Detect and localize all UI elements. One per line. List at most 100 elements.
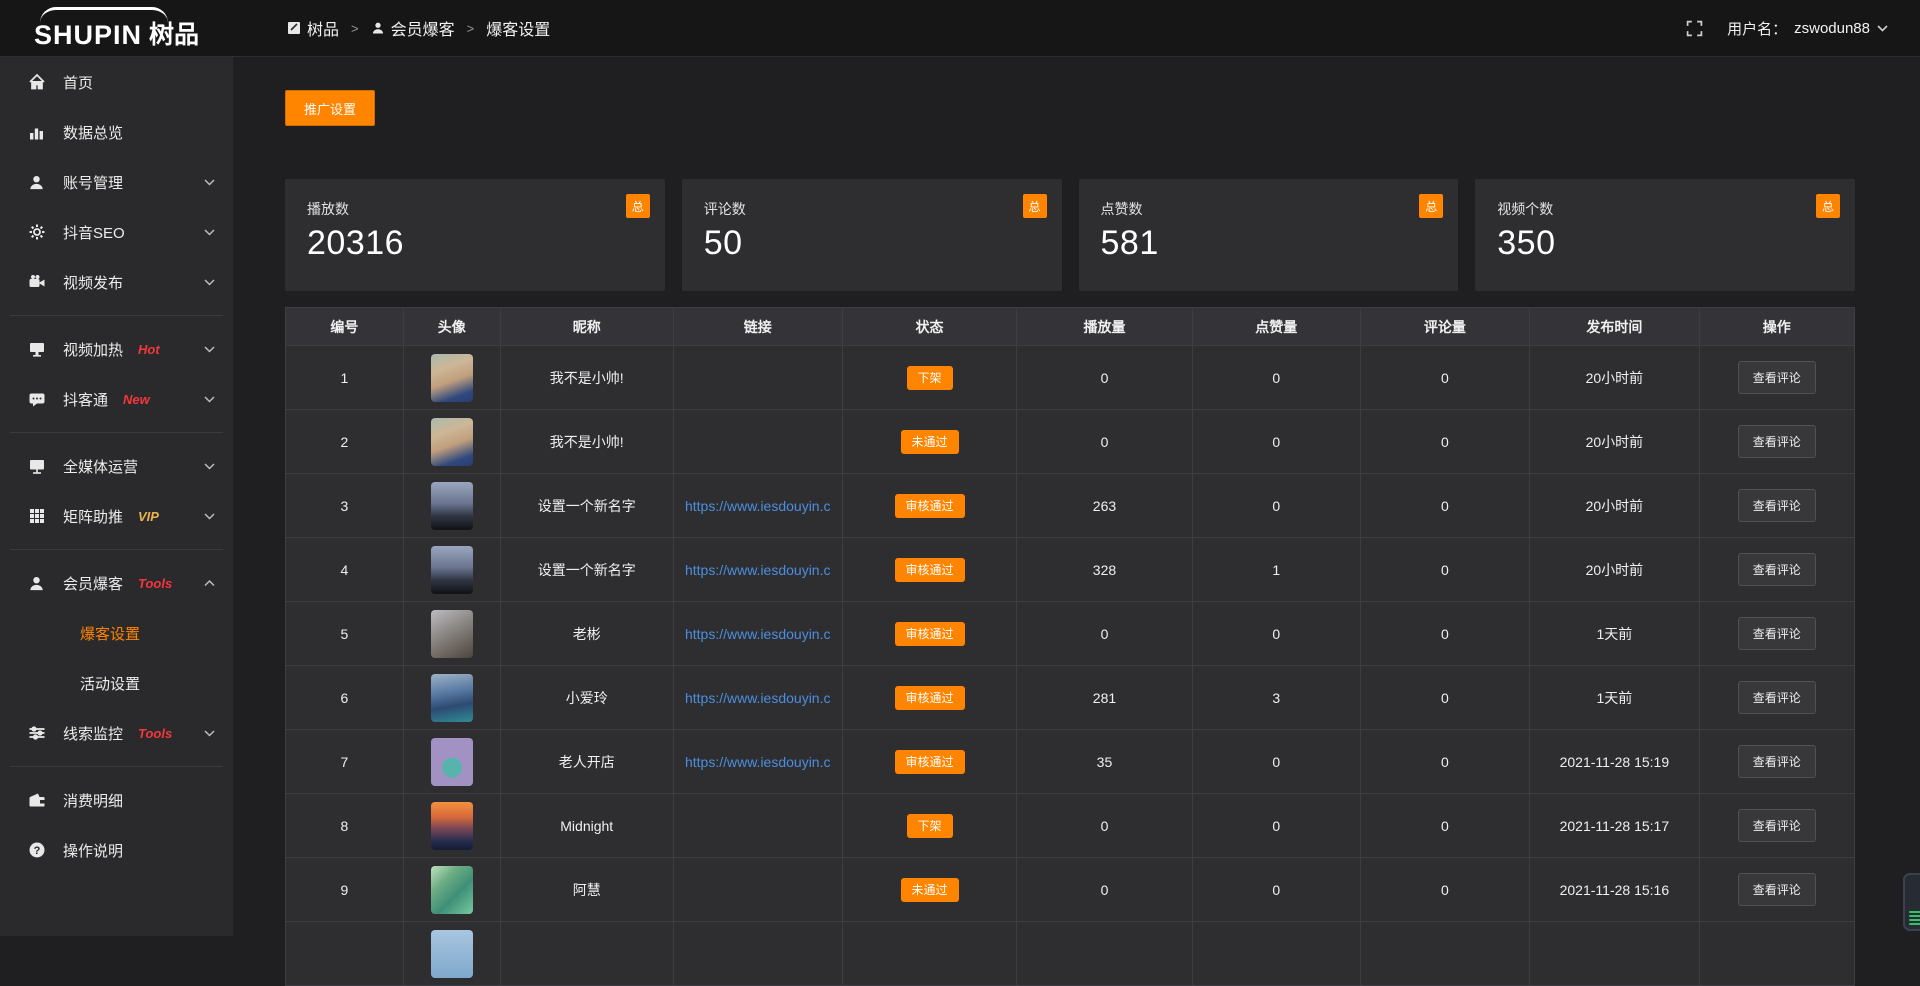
publish-time: 20小时前 xyxy=(1586,370,1644,386)
status-badge: 审核通过 xyxy=(895,622,965,646)
nickname: 我不是小帅! xyxy=(550,370,624,386)
play-count: 0 xyxy=(1101,370,1109,386)
stat-card-comments: 评论数 50 总 xyxy=(682,179,1062,291)
chevron-down-icon xyxy=(204,179,215,186)
publish-time: 1天前 xyxy=(1596,690,1632,706)
column-header: 头像 xyxy=(403,308,500,346)
video-link[interactable]: https://www.iesdouyin.c xyxy=(685,562,831,578)
view-comments-button[interactable]: 查看评论 xyxy=(1738,681,1816,714)
nickname: Midnight xyxy=(560,818,613,834)
video-link[interactable]: https://www.iesdouyin.c xyxy=(685,754,831,770)
sidebar-item-douyin-seo[interactable]: 抖音SEO xyxy=(0,207,233,257)
publish-time: 20小时前 xyxy=(1586,562,1644,578)
sidebar-item-member-baoke[interactable]: 会员爆客 Tools xyxy=(0,558,233,608)
sidebar-divider xyxy=(10,549,223,550)
view-comments-button[interactable]: 查看评论 xyxy=(1738,361,1816,394)
sidebar-divider xyxy=(10,432,223,433)
nickname: 小爱玲 xyxy=(566,690,608,706)
sidebar-subitem-activity-settings[interactable]: 活动设置 xyxy=(0,658,233,708)
sidebar-item-video-heat[interactable]: 视频加热 Hot xyxy=(0,324,233,374)
publish-time: 20小时前 xyxy=(1586,434,1644,450)
play-count: 0 xyxy=(1101,434,1109,450)
chevron-down-icon xyxy=(204,346,215,353)
breadcrumb-item-member[interactable]: 会员爆客 xyxy=(371,16,455,40)
sidebar-item-douketong[interactable]: 抖客通 New xyxy=(0,374,233,424)
promotion-settings-button[interactable]: 推广设置 xyxy=(285,90,375,126)
avatar xyxy=(431,610,473,658)
video-link[interactable]: https://www.iesdouyin.c xyxy=(685,690,831,706)
view-comments-button[interactable]: 查看评论 xyxy=(1738,553,1816,586)
status-badge: 下架 xyxy=(907,366,953,390)
table-row: 7 老人开店 https://www.iesdouyin.c 审核通过 35 0… xyxy=(286,730,1855,794)
floating-widget[interactable] xyxy=(1903,873,1920,931)
chevron-down-icon xyxy=(204,229,215,236)
sidebar-item-video-publish[interactable]: 视频发布 xyxy=(0,257,233,307)
stat-value: 350 xyxy=(1497,224,1833,263)
stat-label: 评论数 xyxy=(704,199,1040,219)
column-header: 链接 xyxy=(673,308,842,346)
chevron-down-icon xyxy=(1877,25,1888,32)
user-icon xyxy=(27,575,46,592)
view-comments-button[interactable]: 查看评论 xyxy=(1738,425,1816,458)
square-icon xyxy=(287,21,301,35)
column-header: 点赞量 xyxy=(1192,308,1360,346)
chat-bubble-icon xyxy=(27,390,46,408)
nickname: 阿慧 xyxy=(573,882,601,898)
play-count: 35 xyxy=(1097,754,1113,770)
column-header: 评论量 xyxy=(1360,308,1529,346)
nickname: 老人开店 xyxy=(559,754,615,770)
like-count: 1 xyxy=(1272,562,1280,578)
like-count: 0 xyxy=(1272,370,1280,386)
table-row: 4 设置一个新名字 https://www.iesdouyin.c 审核通过 3… xyxy=(286,538,1855,602)
fullscreen-icon[interactable] xyxy=(1686,20,1703,37)
chevron-down-icon xyxy=(204,730,215,737)
sidebar-subitem-baoke-settings[interactable]: 爆客设置 xyxy=(0,608,233,658)
user-menu[interactable]: 用户名：zswodun88 xyxy=(1727,18,1888,39)
stat-value: 581 xyxy=(1101,224,1437,263)
sidebar-item-account-management[interactable]: 账号管理 xyxy=(0,157,233,207)
video-link[interactable]: https://www.iesdouyin.c xyxy=(685,626,831,642)
display-icon xyxy=(27,340,46,358)
breadcrumb-item-home[interactable]: 树品 xyxy=(287,16,339,40)
column-header: 操作 xyxy=(1699,308,1854,346)
avatar xyxy=(431,802,473,850)
view-comments-button[interactable]: 查看评论 xyxy=(1738,745,1816,778)
view-comments-button[interactable]: 查看评论 xyxy=(1738,809,1816,842)
sidebar-item-lead-monitor[interactable]: 线索监控 Tools xyxy=(0,708,233,758)
publish-time: 2021-11-28 15:16 xyxy=(1560,882,1670,898)
table-row: 5 老彬 https://www.iesdouyin.c 审核通过 0 0 0 … xyxy=(286,602,1855,666)
view-comments-button[interactable]: 查看评论 xyxy=(1738,873,1816,906)
sidebar-item-matrix-boost[interactable]: 矩阵助推 VIP xyxy=(0,491,233,541)
question-circle-icon: ? xyxy=(27,841,46,859)
avatar xyxy=(431,930,473,978)
nickname: 设置一个新名字 xyxy=(538,498,636,514)
video-camera-icon xyxy=(27,273,46,291)
comment-count: 0 xyxy=(1441,562,1449,578)
stat-label: 播放数 xyxy=(307,199,643,219)
avatar xyxy=(431,738,473,786)
play-count: 0 xyxy=(1101,818,1109,834)
status-badge: 未通过 xyxy=(901,430,959,454)
sliders-icon xyxy=(27,724,46,742)
total-badge: 总 xyxy=(1023,194,1047,218)
comment-count: 0 xyxy=(1441,690,1449,706)
app-logo[interactable]: SHUPIN 树品 xyxy=(0,0,233,56)
sidebar-item-all-media[interactable]: 全媒体运营 xyxy=(0,441,233,491)
nickname: 我不是小帅! xyxy=(550,434,624,450)
breadcrumb-item-current: 爆客设置 xyxy=(486,16,550,40)
stat-card-likes: 点赞数 581 总 xyxy=(1079,179,1459,291)
username-value: zswodun88 xyxy=(1794,20,1870,37)
table-header-row: 编号 头像 昵称 链接 状态 播放量 点赞量 评论量 发布时间 操作 xyxy=(286,308,1855,346)
like-count: 0 xyxy=(1272,434,1280,450)
row-number: 5 xyxy=(340,626,348,642)
sidebar-item-instructions[interactable]: ? 操作说明 xyxy=(0,825,233,875)
sidebar-item-data-overview[interactable]: 数据总览 xyxy=(0,107,233,157)
video-link[interactable]: https://www.iesdouyin.c xyxy=(685,498,831,514)
view-comments-button[interactable]: 查看评论 xyxy=(1738,617,1816,650)
sidebar-item-consumption-detail[interactable]: 消费明细 xyxy=(0,775,233,825)
breadcrumb: 树品 > 会员爆客 > 爆客设置 xyxy=(287,16,550,40)
sidebar-item-home[interactable]: 首页 xyxy=(0,57,233,107)
stat-label: 视频个数 xyxy=(1497,199,1833,219)
view-comments-button[interactable]: 查看评论 xyxy=(1738,489,1816,522)
status-badge: 审核通过 xyxy=(895,558,965,582)
